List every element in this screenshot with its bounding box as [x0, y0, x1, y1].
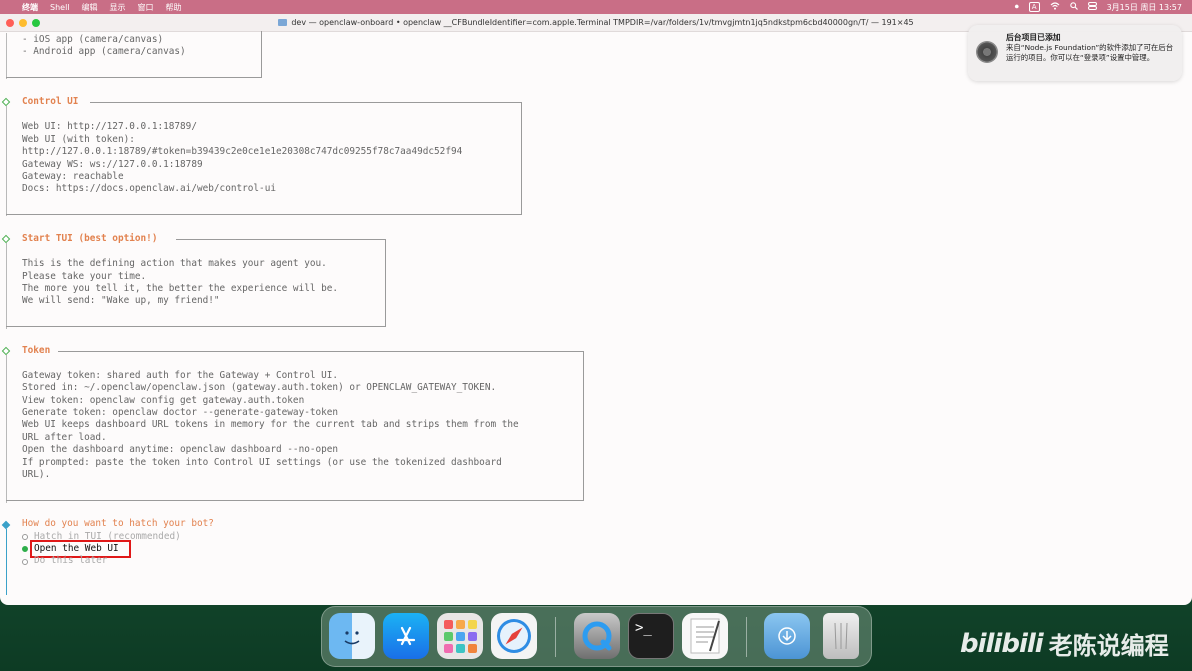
dock-separator — [746, 617, 747, 657]
terminal-line: http://127.0.0.1:18789/#token=b39439c2e0… — [22, 146, 463, 157]
terminal-line: Web UI (with token): — [22, 134, 135, 145]
wifi-icon[interactable] — [1050, 2, 1060, 12]
terminal-line: This is the defining action that makes y… — [22, 258, 327, 269]
terminal-line: Generate token: openclaw doctor --genera… — [22, 407, 339, 418]
close-window-button[interactable] — [6, 19, 14, 27]
app-store-icon[interactable] — [383, 613, 429, 659]
window-title: dev — openclaw-onboard • openclaw __CFBu… — [291, 18, 914, 27]
terminal-line: URL). — [22, 469, 51, 480]
terminal-window: dev — openclaw-onboard • openclaw __CFBu… — [0, 14, 1192, 605]
dock-separator — [555, 617, 556, 657]
radio-hatch-tui[interactable] — [22, 534, 28, 540]
terminal-line: View token: openclaw config get gateway.… — [22, 395, 305, 406]
downloads-folder-icon[interactable] — [764, 613, 810, 659]
launchpad-icon[interactable] — [437, 613, 483, 659]
bilibili-logo: bilibili — [960, 628, 1044, 659]
spotlight-search-icon[interactable] — [1069, 2, 1078, 12]
safari-icon[interactable] — [491, 613, 537, 659]
trash-icon[interactable] — [823, 613, 859, 659]
folder-icon — [278, 19, 288, 26]
menu-shell[interactable]: Shell — [50, 3, 70, 12]
terminal-line: Gateway token: shared auth for the Gatew… — [22, 370, 339, 381]
gear-icon — [976, 41, 998, 63]
finder-icon[interactable] — [329, 613, 375, 659]
menu-edit[interactable]: 编辑 — [82, 2, 98, 13]
terminal-line: URL after load. — [22, 432, 107, 443]
terminal-line: Stored in: ~/.openclaw/openclaw.json (ga… — [22, 382, 497, 393]
output-box — [6, 31, 262, 78]
control-center-icon[interactable] — [1087, 2, 1097, 12]
menu-app-terminal[interactable]: 终端 — [22, 2, 38, 13]
terminal-line: Web UI keeps dashboard URL tokens in mem… — [22, 419, 519, 430]
menu-window[interactable]: 窗口 — [138, 2, 154, 13]
radio-open-web-ui[interactable] — [22, 546, 28, 552]
textedit-icon[interactable] — [682, 613, 728, 659]
watermark: bilibili 老陈说编程 — [960, 626, 1169, 661]
input-method-icon[interactable]: A — [1028, 2, 1040, 12]
notification-body: 来自“Node.js Foundation”的软件添加了可在后台运行的项目。你可… — [1006, 43, 1174, 62]
terminal-icon[interactable]: >_ — [628, 613, 674, 659]
dock: >_ — [321, 606, 872, 667]
terminal-line: The more you tell it, the better the exp… — [22, 283, 339, 294]
record-status-icon[interactable]: ⏺ — [1015, 2, 1019, 12]
terminal-line: Open the dashboard anytime: openclaw das… — [22, 444, 339, 455]
terminal-line: Gateway: reachable — [22, 171, 124, 182]
terminal-line: If prompted: paste the token into Contro… — [22, 457, 502, 468]
minimize-window-button[interactable] — [19, 19, 27, 27]
terminal-line: Web UI: http://127.0.0.1:18789/ — [22, 121, 197, 132]
step-active-icon — [1, 520, 11, 530]
watermark-text: 老陈说编程 — [1048, 632, 1169, 660]
prompt-question: How do you want to hatch your bot? — [22, 518, 214, 529]
menu-help[interactable]: 帮助 — [166, 2, 182, 13]
terminal-line: Docs: https://docs.openclaw.ai/web/contr… — [22, 183, 276, 194]
terminal-line: Gateway WS: ws://127.0.0.1:18789 — [22, 159, 203, 170]
menu-view[interactable]: 显示 — [110, 2, 126, 13]
radio-do-later[interactable] — [22, 559, 28, 565]
terminal-line: We will send: "Wake up, my friend!" — [22, 295, 220, 306]
notification-banner[interactable]: 后台项目已添加 来自“Node.js Foundation”的软件添加了可在后台… — [968, 25, 1182, 81]
terminal-content[interactable]: - iOS app (camera/canvas) - Android app … — [0, 31, 1192, 605]
notification-title: 后台项目已添加 — [1006, 33, 1061, 42]
zoom-window-button[interactable] — [32, 19, 40, 27]
menu-clock[interactable]: 3月15日 周日 13:57 — [1107, 2, 1182, 13]
quicktime-icon[interactable] — [574, 613, 620, 659]
option-do-later[interactable]: Do this later — [34, 555, 107, 568]
menu-bar: 终端 Shell 编辑 显示 窗口 帮助 ⏺ A 3月15日 周日 13:57 — [0, 0, 1192, 14]
gutter-line-active — [6, 529, 7, 595]
terminal-line: Please take your time. — [22, 271, 147, 282]
